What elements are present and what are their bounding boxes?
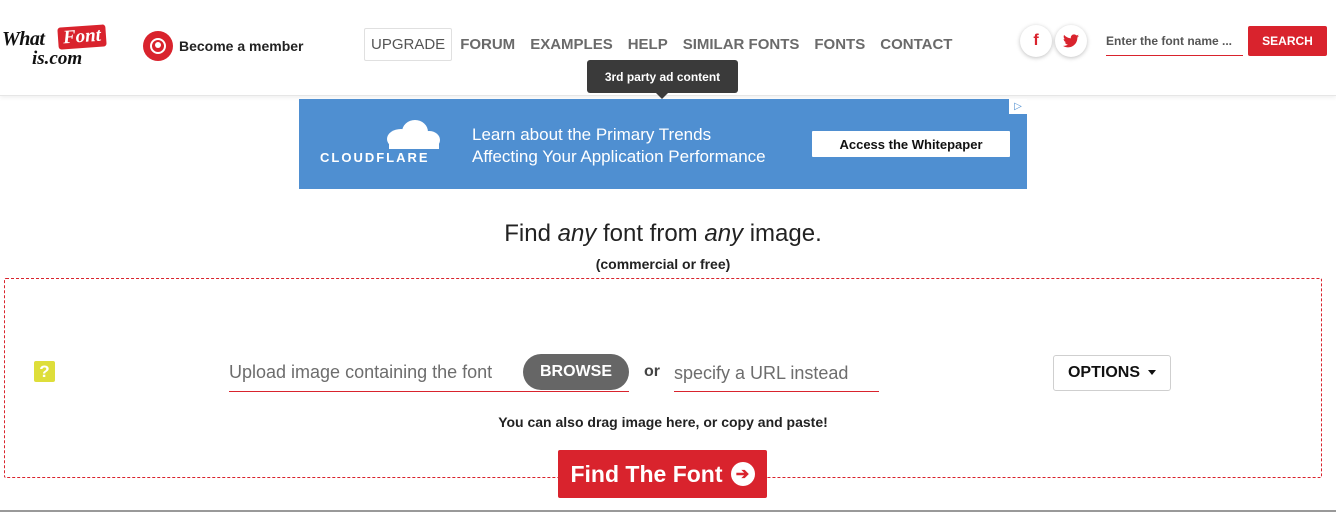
find-font-label: Find The Font <box>570 460 723 487</box>
logo-is-com: is.com <box>32 48 83 69</box>
font-search-input[interactable] <box>1106 26 1243 56</box>
facebook-icon[interactable]: f <box>1020 25 1052 57</box>
nav-examples[interactable]: EXAMPLES <box>523 29 620 60</box>
logo-font: Font <box>57 24 107 50</box>
become-member-link[interactable]: Become a member <box>143 31 304 61</box>
url-input[interactable] <box>674 354 879 392</box>
nav-upgrade[interactable]: UPGRADE <box>364 28 453 61</box>
ad-copy: Learn about the Primary Trends Affecting… <box>472 124 802 168</box>
adchoices-icon[interactable]: ▷ <box>1009 99 1027 114</box>
become-member-label: Become a member <box>179 38 304 54</box>
arrow-right-circle-icon: ➔ <box>730 462 755 486</box>
options-dropdown[interactable]: OPTIONS <box>1053 355 1171 391</box>
main-nav: UPGRADE FORUM EXAMPLES HELP SIMILAR FONT… <box>364 28 960 61</box>
title-emphasis: any <box>557 220 597 247</box>
find-font-button[interactable]: Find The Font ➔ <box>558 450 767 498</box>
page-title: Find any font from any image. <box>0 220 1326 248</box>
caret-down-icon <box>1148 369 1156 375</box>
nav-help[interactable]: HELP <box>621 29 675 60</box>
search-button[interactable]: SEARCH <box>1248 26 1327 56</box>
nav-fonts[interactable]: FONTS <box>807 29 872 60</box>
page-subtitle: (commercial or free) <box>595 256 731 272</box>
facebook-glyph: f <box>1033 32 1039 49</box>
title-part: image. <box>743 220 822 247</box>
nav-forum[interactable]: FORUM <box>453 29 522 60</box>
title-part: Find <box>504 220 558 247</box>
site-logo[interactable]: What Font is.com <box>2 24 118 70</box>
cloud-icon <box>387 120 440 149</box>
or-label: or <box>644 363 660 380</box>
nav-similar-fonts[interactable]: SIMILAR FONTS <box>676 29 807 60</box>
ad-tooltip: 3rd party ad content <box>587 60 738 99</box>
drag-hint: You can also drag image here, or copy an… <box>498 414 828 430</box>
ad-brand: CLOUDFLARE <box>320 150 430 165</box>
twitter-icon[interactable] <box>1055 25 1087 57</box>
title-part: font from <box>596 220 705 247</box>
nav-contact[interactable]: CONTACT <box>873 29 959 60</box>
cloudflare-ad-banner[interactable]: CLOUDFLARE Learn about the Primary Trend… <box>299 99 1027 189</box>
options-label: OPTIONS <box>1067 364 1140 381</box>
ad-line-1: Learn about the Primary Trends <box>472 125 712 144</box>
ad-line-2: Affecting Your Application Performance <box>472 147 766 166</box>
title-emphasis: any <box>704 220 744 247</box>
browse-button[interactable]: BROWSE <box>523 354 629 390</box>
user-icon <box>143 31 173 61</box>
ad-cta-button[interactable]: Access the Whitepaper <box>812 131 1010 157</box>
upload-placeholder: Upload image containing the font <box>229 362 493 382</box>
help-icon[interactable]: ? <box>34 361 55 382</box>
twitter-bird-icon <box>1063 34 1079 48</box>
